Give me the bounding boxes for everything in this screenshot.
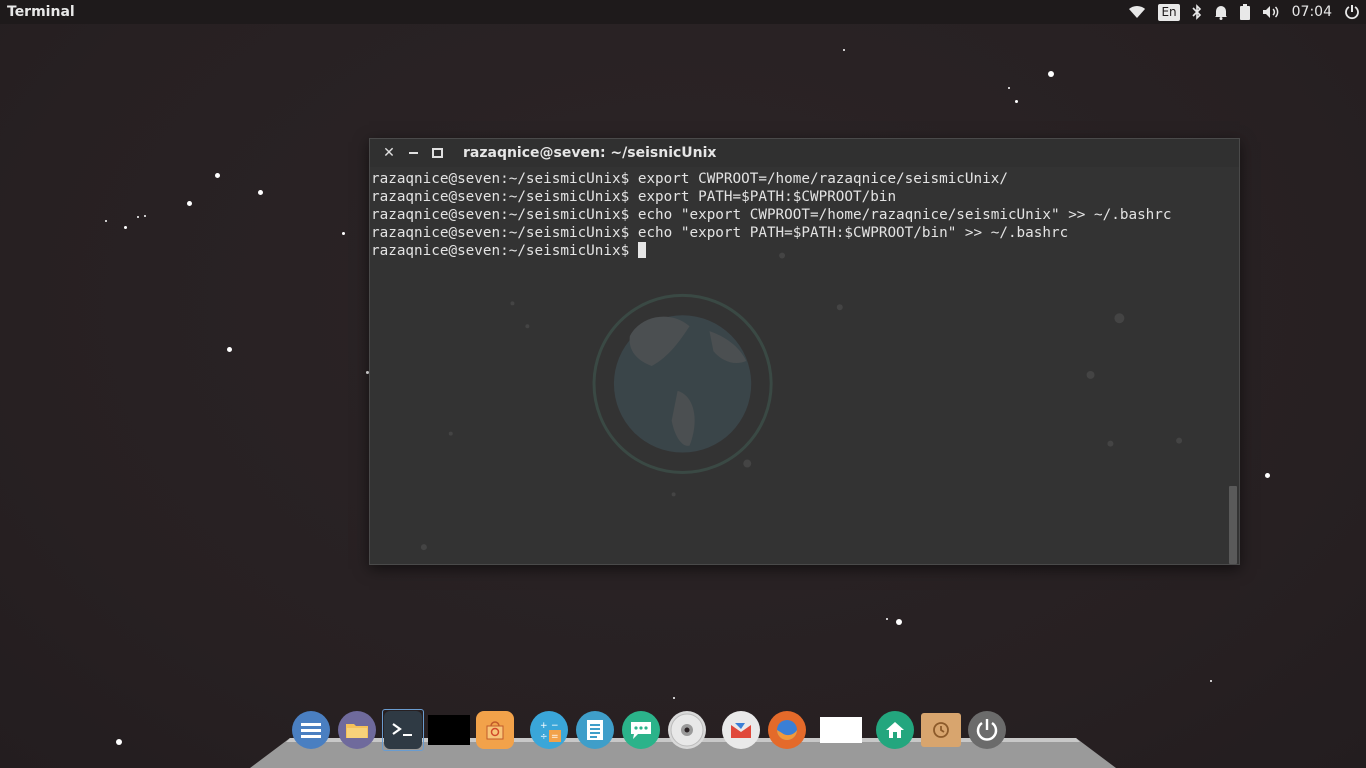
star (896, 619, 902, 625)
window-icon (820, 717, 862, 743)
dock-item-text-editor[interactable] (574, 709, 616, 751)
dock: + − ÷ = (290, 707, 1012, 753)
terminal-output-area[interactable]: razaqnice@seven:~/seismicUnix$ export CW… (370, 167, 1227, 564)
dock-item-app-menu[interactable] (290, 709, 332, 751)
backup-folder-icon (921, 713, 961, 747)
terminal-prompt: razaqnice@seven:~/seismicUnix$ (371, 243, 638, 259)
dock-item-software-center[interactable] (474, 709, 516, 751)
star (105, 220, 107, 222)
terminal-line: razaqnice@seven:~/seismicUnix$ export CW… (371, 171, 1008, 187)
scrollbar[interactable] (1227, 167, 1239, 564)
minimize-icon (408, 152, 418, 154)
cd-icon (668, 711, 706, 749)
star (187, 201, 192, 206)
star (843, 49, 845, 51)
dock-item-calculator[interactable]: + − ÷ = (528, 709, 570, 751)
menu-icon (292, 711, 330, 749)
system-indicators: En 07:04 (1116, 0, 1360, 24)
calculator-icon: + − ÷ = (530, 711, 568, 749)
notification-bell-icon[interactable] (1214, 0, 1228, 24)
dock-item-files[interactable] (336, 709, 378, 751)
star (1210, 680, 1212, 682)
star (137, 216, 139, 218)
document-icon (576, 711, 614, 749)
star (215, 173, 220, 178)
star (116, 739, 122, 745)
star (1048, 71, 1054, 77)
home-icon (876, 711, 914, 749)
text-cursor (637, 242, 646, 258)
top-panel: Terminal En 07:04 (0, 0, 1366, 24)
svg-text:+: + (540, 721, 548, 731)
minimize-button[interactable] (401, 139, 425, 167)
star (227, 347, 232, 352)
star (886, 618, 888, 620)
scrollbar-thumb[interactable] (1229, 486, 1237, 564)
clock[interactable]: 07:04 (1292, 0, 1332, 24)
wifi-icon[interactable] (1128, 0, 1146, 24)
dock-item-blank-window[interactable] (428, 709, 470, 751)
close-button[interactable]: ✕ (377, 139, 401, 167)
folder-icon (338, 711, 376, 749)
dock-item-messaging[interactable] (620, 709, 662, 751)
dock-item-disc-burner[interactable] (666, 709, 708, 751)
window-title: razaqnice@seven: ~/seisnicUnix (463, 145, 717, 161)
dock-item-blank-window-2[interactable] (820, 709, 862, 751)
terminal-line: razaqnice@seven:~/seismicUnix$ export PA… (371, 189, 897, 205)
dock-item-shutdown[interactable] (966, 709, 1008, 751)
keyboard-layout-indicator[interactable]: En (1158, 0, 1180, 24)
battery-icon[interactable] (1239, 0, 1250, 24)
close-icon: ✕ (383, 145, 395, 161)
active-app-title: Terminal (7, 4, 75, 20)
dock-item-terminal[interactable] (382, 709, 424, 751)
window-icon (428, 715, 470, 745)
terminal-window[interactable]: ✕ razaqnice@seven: ~/seisnicUnix razaqni… (369, 138, 1240, 565)
dock-item-backups[interactable] (920, 709, 962, 751)
chat-icon (622, 711, 660, 749)
terminal-line: razaqnice@seven:~/seismicUnix$ echo "exp… (371, 207, 1172, 223)
svg-text:÷: ÷ (540, 732, 548, 742)
star (124, 226, 127, 229)
terminal-line: razaqnice@seven:~/seismicUnix$ echo "exp… (371, 225, 1069, 241)
dock-item-firefox[interactable] (766, 709, 808, 751)
dock-item-mail[interactable] (720, 709, 762, 751)
maximize-icon (431, 148, 443, 158)
star (342, 232, 345, 235)
terminal-icon (384, 711, 422, 749)
mail-icon (722, 711, 760, 749)
dock-item-home[interactable] (874, 709, 916, 751)
maximize-button[interactable] (425, 139, 449, 167)
session-power-icon[interactable] (1344, 0, 1360, 24)
star (1008, 87, 1010, 89)
star (258, 190, 263, 195)
keyboard-layout-label: En (1158, 3, 1180, 21)
bluetooth-icon[interactable] (1192, 0, 1202, 24)
terminal-text: razaqnice@seven:~/seismicUnix$ export CW… (371, 170, 1172, 260)
window-titlebar[interactable]: ✕ razaqnice@seven: ~/seisnicUnix (370, 139, 1239, 167)
firefox-icon (768, 711, 806, 749)
shopping-bag-icon (476, 711, 514, 749)
power-icon (968, 711, 1006, 749)
svg-text:−: − (551, 721, 559, 731)
star (144, 215, 146, 217)
star (1265, 473, 1270, 478)
terminal-prompt-line: razaqnice@seven:~/seismicUnix$ (371, 242, 1172, 260)
star (1015, 100, 1018, 103)
svg-text:=: = (551, 732, 559, 742)
star (673, 697, 675, 699)
volume-icon[interactable] (1262, 0, 1280, 24)
